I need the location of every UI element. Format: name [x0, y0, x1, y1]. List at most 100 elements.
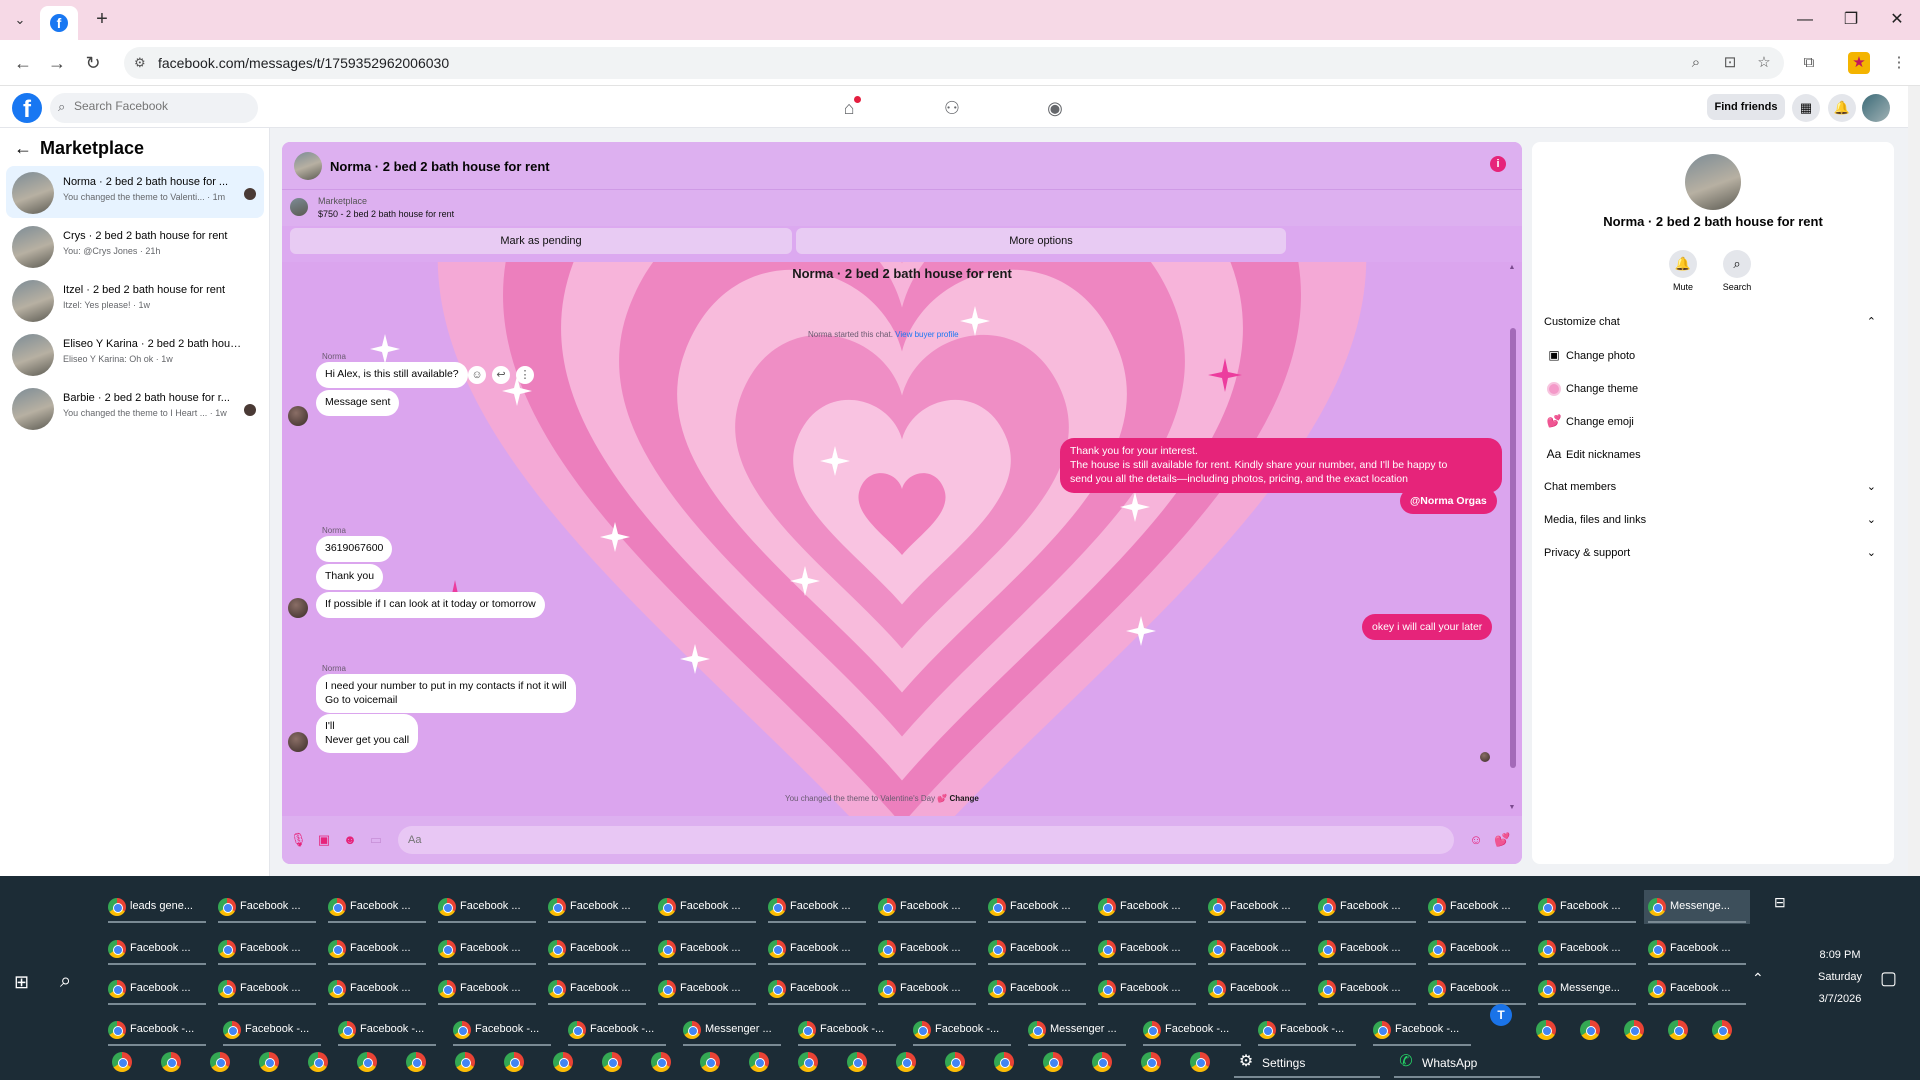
notification-center-icon[interactable]: ▢: [1880, 968, 1897, 989]
t-app-icon[interactable]: T: [1490, 1004, 1512, 1026]
taskbar-window-button[interactable]: Facebook ...: [214, 932, 320, 966]
profile-extension-icon[interactable]: ★: [1848, 52, 1870, 74]
maximize-button[interactable]: ❐: [1828, 6, 1874, 34]
taskbar-window-button[interactable]: Facebook -...: [219, 1013, 325, 1047]
windows-start-icon[interactable]: ⊞: [14, 972, 29, 993]
reload-icon[interactable]: ↻: [80, 50, 106, 76]
taskbar-window-button[interactable]: Facebook -...: [1254, 1013, 1360, 1047]
media-files-section[interactable]: Media, files and links ⌄: [1544, 506, 1882, 534]
photo-icon[interactable]: ▣: [316, 832, 332, 848]
chat-avatar[interactable]: [294, 152, 322, 180]
taskbar-window-button[interactable]: Facebook ...: [984, 972, 1090, 1006]
incoming-message[interactable]: Thank you: [316, 564, 384, 590]
taskbar-window-button[interactable]: Facebook ...: [1644, 932, 1750, 966]
taskbar-settings[interactable]: ⚙ Settings: [1234, 1048, 1380, 1078]
system-clock[interactable]: 8:09 PM Saturday 3/7/2026: [1808, 944, 1872, 1010]
view-buyer-profile-link[interactable]: View buyer profile: [895, 330, 958, 339]
taskbar-window-button[interactable]: Facebook ...: [214, 972, 320, 1006]
chrome-icon[interactable]: [406, 1052, 426, 1072]
taskbar-window-button[interactable]: Facebook ...: [1644, 972, 1750, 1006]
taskbar-window-button[interactable]: Facebook ...: [1204, 972, 1310, 1006]
taskbar-window-button[interactable]: Facebook ...: [324, 890, 430, 924]
mark-as-pending-button[interactable]: Mark as pending: [290, 228, 792, 254]
chat-members-section[interactable]: Chat members ⌄: [1544, 473, 1882, 501]
taskbar-window-button[interactable]: Messenge...: [1644, 890, 1750, 924]
chrome-icon[interactable]: [847, 1052, 867, 1072]
react-emoji-icon[interactable]: ☺: [468, 366, 486, 384]
chrome-icon[interactable]: [798, 1052, 818, 1072]
taskbar-window-button[interactable]: Facebook ...: [764, 972, 870, 1006]
taskbar-window-button[interactable]: Facebook ...: [434, 972, 540, 1006]
chrome-icon[interactable]: [700, 1052, 720, 1072]
chrome-icon[interactable]: [1190, 1052, 1210, 1072]
taskbar-window-button[interactable]: Facebook ...: [324, 932, 430, 966]
forward-arrow-icon[interactable]: →: [44, 50, 70, 76]
taskbar-whatsapp[interactable]: ✆ WhatsApp: [1394, 1048, 1540, 1078]
taskbar-window-button[interactable]: Facebook -...: [564, 1013, 670, 1047]
account-avatar[interactable]: [1862, 94, 1890, 122]
taskbar-window-button[interactable]: Facebook ...: [434, 890, 540, 924]
privacy-support-section[interactable]: Privacy & support ⌄: [1544, 539, 1882, 567]
taskbar-window-button[interactable]: Facebook ...: [1094, 932, 1200, 966]
customize-chat-section[interactable]: Customize chat ⌃: [1544, 308, 1882, 336]
show-desktop-icon[interactable]: ⊟: [1774, 894, 1786, 911]
change-theme-item[interactable]: Change theme: [1544, 374, 1882, 402]
chrome-icon[interactable]: [994, 1052, 1014, 1072]
incoming-message[interactable]: Message sent: [316, 390, 400, 416]
taskbar-window-button[interactable]: Facebook ...: [1314, 972, 1420, 1006]
taskbar-window-button[interactable]: Facebook -...: [104, 1013, 210, 1047]
taskbar-window-button[interactable]: Facebook ...: [1424, 972, 1530, 1006]
chrome-icon[interactable]: [504, 1052, 524, 1072]
chrome-icon[interactable]: [259, 1052, 279, 1072]
taskbar-window-button[interactable]: Facebook ...: [984, 890, 1090, 924]
taskbar-window-button[interactable]: Facebook ...: [1094, 890, 1200, 924]
taskbar-window-button[interactable]: Facebook ...: [214, 890, 320, 924]
mute-action[interactable]: 🔔 Mute: [1658, 250, 1708, 292]
change-photo-item[interactable]: ▣ Change photo: [1544, 341, 1882, 369]
change-emoji-item[interactable]: 💕 Change emoji: [1544, 407, 1882, 435]
chrome-icon[interactable]: [651, 1052, 671, 1072]
menu-grid-icon[interactable]: ▦: [1792, 94, 1820, 122]
taskbar-window-button[interactable]: Facebook ...: [1094, 972, 1200, 1006]
outgoing-mention[interactable]: @Norma Orgas: [1400, 488, 1497, 515]
page-scrollbar[interactable]: [1908, 86, 1920, 876]
taskbar-window-button[interactable]: Facebook ...: [104, 932, 210, 966]
sender-avatar[interactable]: [288, 406, 308, 426]
taskbar-window-button[interactable]: Facebook ...: [874, 932, 980, 966]
conversation-item[interactable]: Norma · 2 bed 2 bath house for ... You c…: [6, 166, 264, 218]
taskbar-window-button[interactable]: Facebook ...: [1424, 932, 1530, 966]
taskbar-window-button[interactable]: Facebook ...: [764, 890, 870, 924]
taskbar-window-button[interactable]: Facebook -...: [449, 1013, 555, 1047]
taskbar-window-button[interactable]: Facebook -...: [1369, 1013, 1475, 1047]
chrome-icon[interactable]: [210, 1052, 230, 1072]
chrome-icon[interactable]: [1141, 1052, 1161, 1072]
message-list[interactable]: Norma · 2 bed 2 bath house for rent Norm…: [282, 262, 1522, 816]
taskbar-window-button[interactable]: Facebook -...: [1139, 1013, 1245, 1047]
taskbar-window-button[interactable]: Facebook ...: [764, 932, 870, 966]
taskbar-window-button[interactable]: Facebook ...: [654, 932, 760, 966]
show-hidden-icons-chevron-icon[interactable]: ⌃: [1752, 970, 1764, 987]
message-scrollbar-thumb[interactable]: [1510, 328, 1516, 768]
site-info-icon[interactable]: ⚙: [134, 55, 150, 71]
taskbar-window-button[interactable]: Facebook ...: [544, 932, 650, 966]
edit-nicknames-item[interactable]: Aa Edit nicknames: [1544, 440, 1882, 468]
search-action[interactable]: ⌕ Search: [1712, 250, 1762, 292]
find-friends-button[interactable]: Find friends: [1707, 94, 1785, 120]
incoming-message[interactable]: 3619067600: [316, 536, 393, 562]
sender-avatar[interactable]: [288, 598, 308, 618]
incoming-message[interactable]: If possible if I can look at it today or…: [316, 592, 545, 618]
theme-change-link[interactable]: Change: [950, 794, 979, 803]
info-icon[interactable]: i: [1490, 156, 1506, 172]
notifications-bell-icon[interactable]: 🔔: [1828, 94, 1856, 122]
new-tab-button[interactable]: +: [90, 8, 114, 32]
chrome-icon[interactable]: [1536, 1020, 1556, 1040]
taskbar-search-icon[interactable]: ⌕: [60, 970, 71, 993]
microphone-icon[interactable]: 🎙: [290, 832, 307, 848]
taskbar-window-button[interactable]: Facebook ...: [104, 972, 210, 1006]
taskbar-window-button[interactable]: Facebook -...: [794, 1013, 900, 1047]
conversation-item[interactable]: Crys · 2 bed 2 bath house for rent You: …: [6, 220, 264, 272]
taskbar-window-button[interactable]: Messenge...: [1534, 972, 1640, 1006]
chrome-icon[interactable]: [945, 1052, 965, 1072]
home-icon[interactable]: ⌂: [831, 94, 867, 122]
taskbar-window-button[interactable]: leads gene...: [104, 890, 210, 924]
